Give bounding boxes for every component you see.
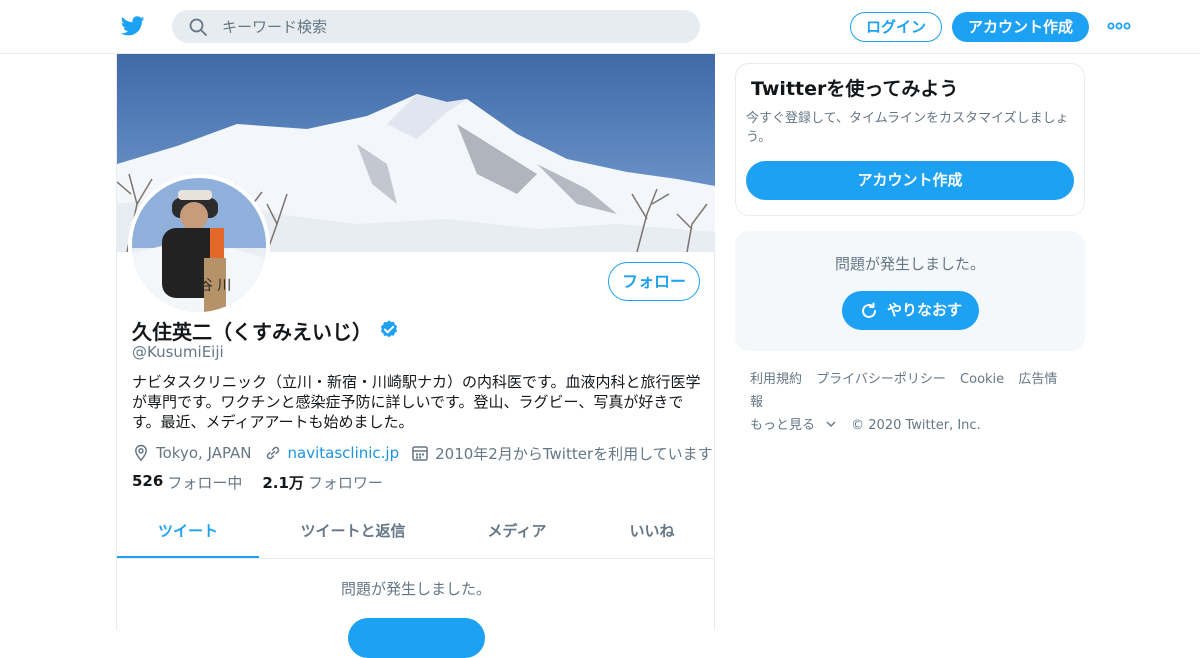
profile-avatar[interactable]: 谷 川 xyxy=(128,174,270,316)
footer-link-cookie[interactable]: Cookie xyxy=(960,372,1004,387)
footer-more-link[interactable]: もっと見る xyxy=(750,418,837,433)
twitter-logo-icon[interactable] xyxy=(120,14,146,38)
more-options-icon[interactable] xyxy=(1107,20,1131,32)
profile-bio: ナビタスクリニック（立川・新宿・川崎駅ナカ）の内科医です。血液内科と旅行医学が専… xyxy=(132,373,701,431)
search-input[interactable] xyxy=(222,10,682,43)
search-box[interactable] xyxy=(172,10,700,43)
footer-more-label: もっと見る xyxy=(750,418,816,433)
verified-badge-icon xyxy=(380,320,398,338)
profile-website-link[interactable]: navitasclinic.jp xyxy=(288,444,400,462)
profile-handle: @KusumiEiji xyxy=(132,343,224,361)
profile-tabs: ツイート ツイートと返信 メディア いいね xyxy=(117,506,715,559)
profile-name-row: 久住英二（くすみえいじ） xyxy=(132,316,400,344)
tab-likes[interactable]: いいね xyxy=(607,506,697,558)
timeline-error-text: 問題が発生しました。 xyxy=(340,580,491,598)
link-icon xyxy=(266,446,279,460)
sidebar-retry-label: やりなおす xyxy=(886,301,962,319)
timeline-retry-button[interactable] xyxy=(348,618,485,658)
followers-count[interactable]: 2.1万 xyxy=(262,472,304,493)
tab-media[interactable]: メディア xyxy=(467,506,567,558)
location-pin-icon xyxy=(135,444,147,462)
sidebar-error-text: 問題が発生しました。 xyxy=(834,255,985,273)
signup-card: Twitterを使ってみよう 今すぐ登録して、タイムラインをカスタマイズしましょ… xyxy=(735,63,1085,216)
followers-label[interactable]: フォロワー xyxy=(308,472,383,493)
tab-tweets-and-replies[interactable]: ツイートと返信 xyxy=(287,506,419,558)
following-count[interactable]: 526 xyxy=(132,472,163,493)
follow-button[interactable]: フォロー xyxy=(608,262,700,301)
profile-location: Tokyo, JAPAN xyxy=(156,444,252,462)
profile-name: 久住英二（くすみえいじ） xyxy=(132,319,372,344)
signup-button[interactable]: アカウント作成 xyxy=(952,12,1089,42)
profile-joined-date: 2010年2月からTwitterを利用しています xyxy=(435,444,713,463)
signup-card-title: Twitterを使ってみよう xyxy=(751,78,959,100)
following-label[interactable]: フォロー中 xyxy=(167,472,242,493)
search-icon xyxy=(189,18,207,36)
profile-column: 谷 川 フォロー 久住英二（くすみえいじ） @KusumiEiji ナビタスクリ… xyxy=(116,54,715,658)
footer-copyright: © 2020 Twitter, Inc. xyxy=(851,418,981,433)
avatar-photo: 谷 川 xyxy=(132,178,266,312)
login-button[interactable]: ログイン xyxy=(850,12,942,42)
sidebar-footer: 利用規約 プライバシーポリシー Cookie 広告情報 もっと見る © 2020… xyxy=(750,368,1080,437)
chevron-down-icon xyxy=(826,421,836,427)
signup-card-button[interactable]: アカウント作成 xyxy=(746,161,1074,200)
calendar-icon xyxy=(412,446,428,461)
footer-link-privacy[interactable]: プライバシーポリシー xyxy=(816,372,946,387)
top-bar: ログイン アカウント作成 xyxy=(0,0,1200,54)
signup-card-description: 今すぐ登録して、タイムラインをカスタマイズしましょう。 xyxy=(746,111,1069,145)
avatar-sign-text: 谷 川 xyxy=(199,278,231,294)
footer-link-terms[interactable]: 利用規約 xyxy=(750,372,802,387)
profile-meta: Tokyo, JAPAN navitasclinic.jp 2010年2月からT… xyxy=(132,442,713,464)
tab-tweets[interactable]: ツイート xyxy=(117,506,259,558)
profile-stats: 526 フォロー中 2.1万 フォロワー xyxy=(132,472,383,493)
sidebar-retry-button[interactable]: やりなおす xyxy=(842,291,979,330)
refresh-icon xyxy=(862,302,876,318)
sidebar-error-card: 問題が発生しました。 やりなおす xyxy=(735,231,1085,351)
